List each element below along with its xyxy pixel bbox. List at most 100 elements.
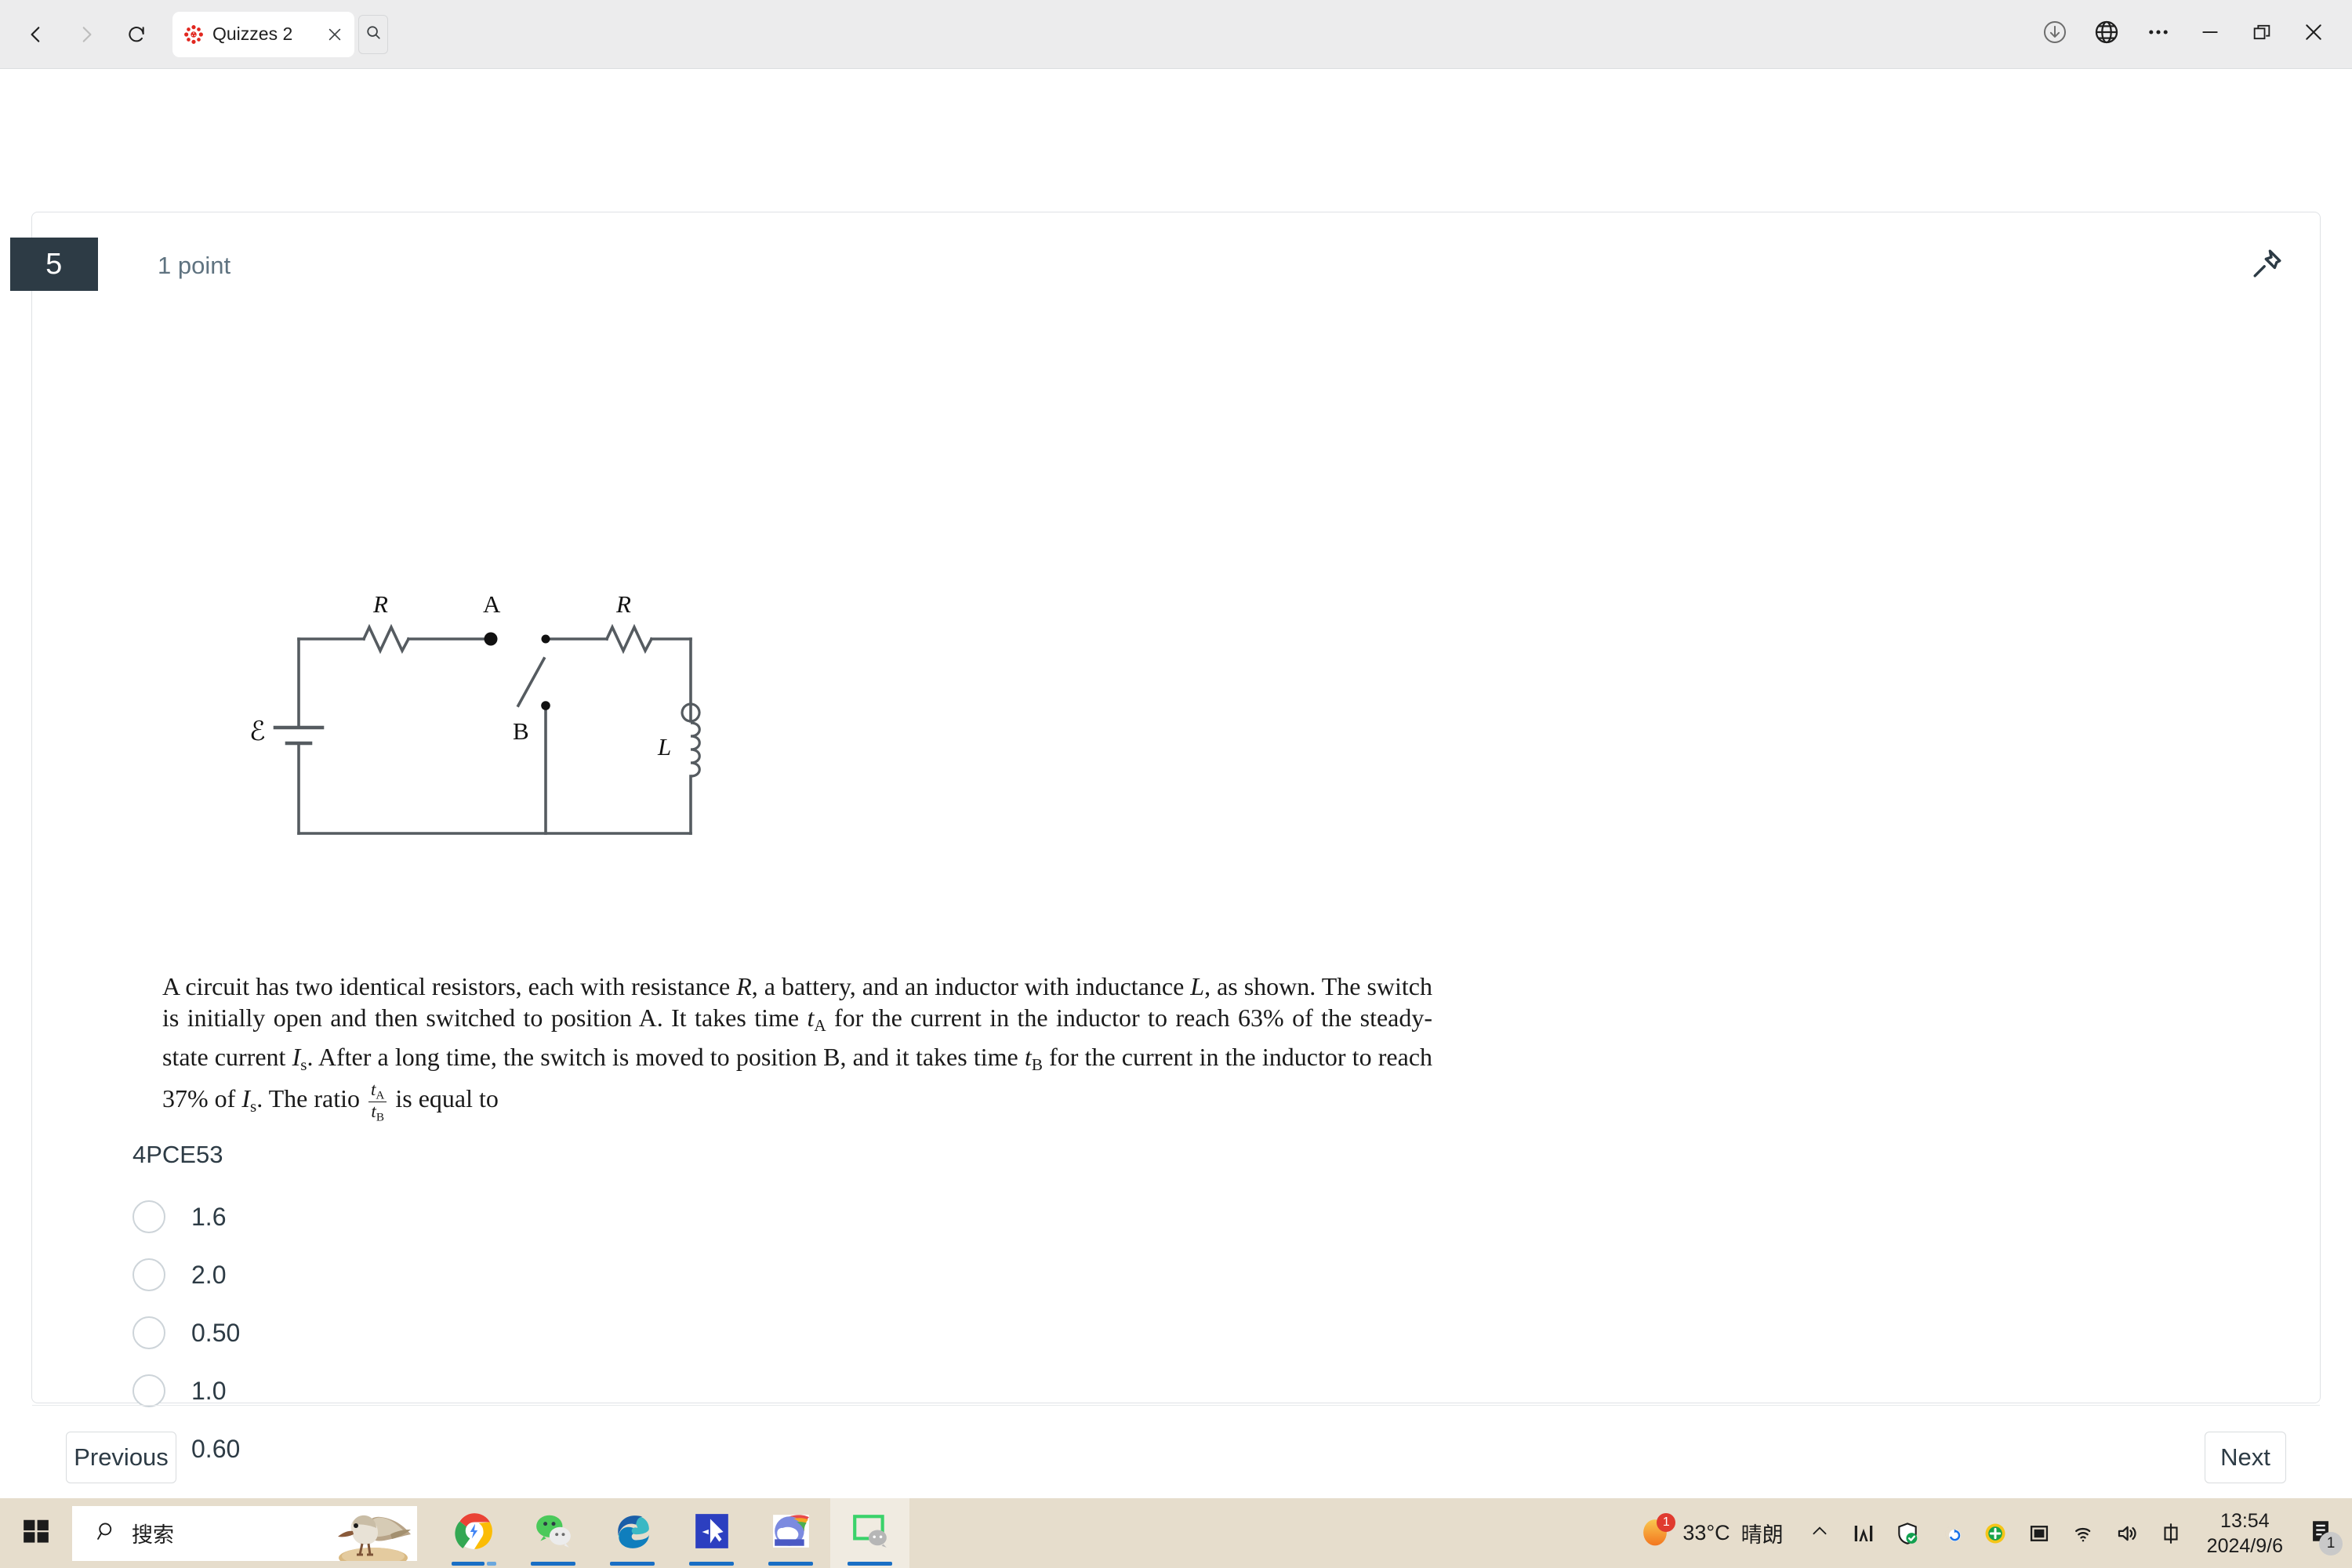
maximize-button[interactable] bbox=[2236, 10, 2288, 59]
minimize-icon bbox=[2198, 20, 2222, 48]
tab-search-button[interactable] bbox=[358, 14, 388, 54]
taskbar-app-wechat[interactable] bbox=[514, 1498, 593, 1568]
var-I-2: I bbox=[241, 1084, 250, 1113]
minimize-button[interactable] bbox=[2184, 10, 2236, 59]
var-B: B bbox=[823, 1042, 840, 1071]
translate-button[interactable] bbox=[2081, 10, 2132, 59]
next-button[interactable]: Next bbox=[2205, 1432, 2286, 1483]
download-icon bbox=[2042, 19, 2068, 49]
svg-text:L: L bbox=[657, 733, 671, 760]
answer-label: 2.0 bbox=[191, 1260, 227, 1289]
navigation-buttons bbox=[0, 13, 158, 56]
notification-count-badge: 1 bbox=[2319, 1532, 2343, 1555]
qtext-seg: is equal to bbox=[389, 1084, 499, 1113]
search-icon bbox=[365, 24, 382, 45]
forward-arrow-icon bbox=[76, 24, 96, 45]
qtext-seg: , and it takes time bbox=[840, 1042, 1025, 1071]
page-content: 5 1 point R A R B L ℰ A circuit has two … bbox=[0, 70, 2352, 1498]
answer-option[interactable]: 0.50 bbox=[132, 1304, 1700, 1362]
reload-icon bbox=[126, 24, 147, 45]
question-points: 1 point bbox=[158, 252, 231, 279]
browser-tab[interactable]: Quizzes 2 bbox=[172, 11, 354, 57]
taskbar-underline bbox=[531, 1562, 575, 1566]
qtext-seg: . The ratio bbox=[256, 1084, 366, 1113]
pct-63: 63% bbox=[1238, 1004, 1284, 1032]
qtext-seg: for the current in the inductor to reach bbox=[1042, 1042, 1433, 1071]
previous-button[interactable]: Previous bbox=[66, 1432, 176, 1483]
radio-button[interactable] bbox=[132, 1200, 165, 1233]
show-hidden-icons-button[interactable] bbox=[1798, 1498, 1842, 1568]
clock-date: 2024/9/6 bbox=[2206, 1534, 2283, 1557]
frac-denominator-sub: B bbox=[376, 1109, 384, 1123]
qtext-seg: . It takes time bbox=[656, 1004, 808, 1032]
sync-icon[interactable] bbox=[1929, 1498, 1973, 1568]
taskbar-underline bbox=[452, 1562, 485, 1566]
sub-A: A bbox=[814, 1015, 826, 1035]
qtext-seg: . After a long time, the switch is moved… bbox=[307, 1042, 824, 1071]
var-I: I bbox=[292, 1042, 301, 1071]
system-tray: 1 33°C 晴朗 13:54 2024/9/6 1 bbox=[1629, 1498, 2352, 1568]
taskbar-app-weather[interactable] bbox=[751, 1498, 830, 1568]
taskbar-search-box[interactable]: 搜索 bbox=[72, 1505, 417, 1561]
quiz-question-card: 5 1 point R A R B L ℰ A circuit has two … bbox=[10, 212, 2321, 1483]
weather-widget[interactable]: 1 33°C 晴朗 bbox=[1629, 1498, 1797, 1568]
question-navigation: Previous Next bbox=[32, 1406, 2320, 1498]
var-A: A bbox=[638, 1004, 657, 1032]
taskbar-app-cursor[interactable] bbox=[672, 1498, 751, 1568]
wifi-icon[interactable] bbox=[2061, 1498, 2105, 1568]
taskbar-apps bbox=[434, 1498, 909, 1568]
sub-B: B bbox=[1031, 1054, 1043, 1074]
back-arrow-icon bbox=[26, 24, 46, 45]
weather-badge: 1 bbox=[1657, 1513, 1676, 1532]
taskbar-clock[interactable]: 13:54 2024/9/6 bbox=[2193, 1508, 2296, 1559]
answer-option[interactable]: 2.0 bbox=[132, 1246, 1700, 1304]
taskbar-underline bbox=[848, 1562, 892, 1566]
display-icon[interactable] bbox=[2017, 1498, 2061, 1568]
close-icon bbox=[2302, 20, 2325, 48]
qtext-seg: for the current in the inductor to reach bbox=[826, 1004, 1239, 1032]
windows-start-icon bbox=[21, 1516, 51, 1550]
circuit-diagram: R A R B L ℰ bbox=[232, 586, 718, 857]
start-button[interactable] bbox=[0, 1498, 72, 1568]
svg-text:B: B bbox=[513, 717, 529, 745]
chevron-up-icon bbox=[1809, 1521, 1830, 1545]
forward-button[interactable] bbox=[64, 13, 108, 56]
qtext-seg: , a battery, and an inductor with induct… bbox=[751, 972, 1191, 1000]
sun-icon: 1 bbox=[1639, 1513, 1676, 1552]
radio-button[interactable] bbox=[132, 1258, 165, 1291]
radio-button[interactable] bbox=[132, 1316, 165, 1349]
pct-37: 37% bbox=[162, 1084, 209, 1113]
sub-s-2: s bbox=[249, 1096, 257, 1116]
downloads-button[interactable] bbox=[2029, 10, 2081, 59]
taskbar-app-edge[interactable] bbox=[593, 1498, 672, 1568]
radio-button[interactable] bbox=[132, 1374, 165, 1407]
qtext-seg: A circuit has two identical resistors, e… bbox=[162, 972, 737, 1000]
tab-close-button[interactable] bbox=[325, 24, 345, 45]
green-plus-icon[interactable] bbox=[1973, 1498, 2017, 1568]
question-header: 5 1 point bbox=[10, 212, 2320, 316]
reload-button[interactable] bbox=[114, 13, 158, 56]
taskbar-underline-secondary bbox=[487, 1562, 496, 1566]
globe-icon bbox=[2093, 19, 2120, 49]
notification-center-button[interactable]: 1 bbox=[2296, 1498, 2346, 1568]
sandpiper-bird-image bbox=[325, 1506, 417, 1561]
svg-text:R: R bbox=[372, 590, 388, 618]
ime-chinese-icon[interactable] bbox=[2149, 1498, 2193, 1568]
taskbar-app-chrome[interactable] bbox=[434, 1498, 514, 1568]
windows-taskbar: 搜索 1 33°C 晴朗 13:54 2024/9/6 1 bbox=[0, 1498, 2352, 1568]
window-close-button[interactable] bbox=[2288, 10, 2339, 59]
more-options-icon bbox=[2145, 19, 2172, 49]
monitor-meter-icon[interactable] bbox=[1842, 1498, 1886, 1568]
answer-option[interactable]: 1.6 bbox=[132, 1188, 1700, 1246]
taskbar-app-wechat-desktop[interactable] bbox=[830, 1498, 909, 1568]
var-tB: t bbox=[1024, 1042, 1032, 1071]
svg-text:A: A bbox=[483, 590, 501, 618]
security-shield-icon[interactable] bbox=[1886, 1498, 1929, 1568]
back-button[interactable] bbox=[14, 13, 58, 56]
more-options-button[interactable] bbox=[2132, 10, 2184, 59]
weather-temperature: 33°C bbox=[1682, 1521, 1730, 1544]
volume-icon[interactable] bbox=[2105, 1498, 2149, 1568]
frac-numerator-sub: A bbox=[376, 1088, 385, 1102]
search-placeholder: 搜索 bbox=[132, 1523, 174, 1547]
pushpin-icon[interactable] bbox=[2248, 245, 2285, 283]
